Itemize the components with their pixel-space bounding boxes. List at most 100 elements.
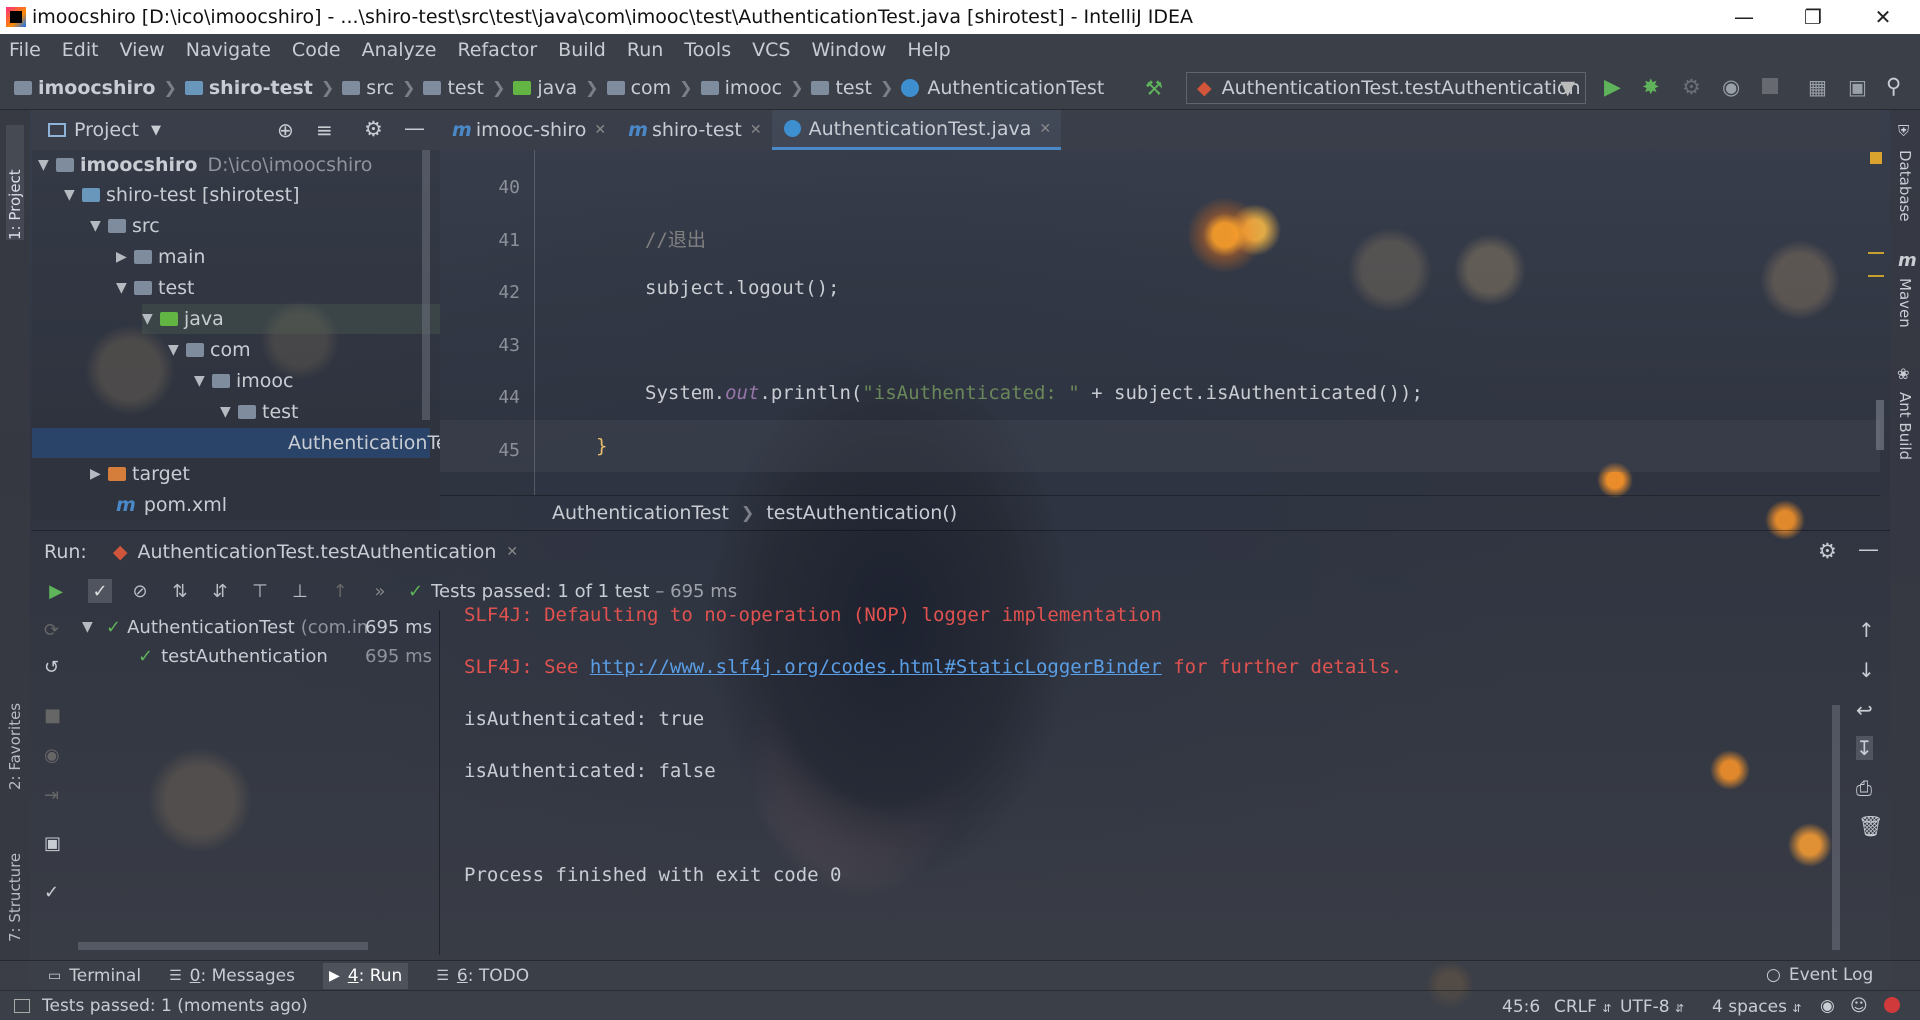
rerun-icon[interactable]: ▶ <box>44 579 68 603</box>
inspector-icon[interactable]: ☺ <box>1850 996 1868 1016</box>
collapse-all-icon[interactable]: ≡ <box>316 118 333 142</box>
tree-item-src[interactable]: ▼ src <box>90 211 160 241</box>
project-structure-icon[interactable]: ▦ <box>1808 75 1827 99</box>
run-tab-label[interactable]: AuthenticationTest.testAuthentication <box>137 541 496 563</box>
expand-all-icon[interactable]: ⊤ <box>248 579 272 603</box>
breadcrumb-method[interactable]: testAuthentication() <box>766 502 957 524</box>
debug-icon[interactable]: ✸ <box>1642 75 1660 99</box>
arrow-up-icon[interactable]: ↑ <box>1858 618 1875 642</box>
minimize-button[interactable]: — <box>1715 0 1773 34</box>
tab-shiro-test[interactable]: m shiro-test ✕ <box>616 110 771 150</box>
nav-crumb-java[interactable]: java <box>513 77 577 99</box>
tree-item-authenticationtest[interactable]: AuthenticationTest <box>32 428 440 458</box>
stop-icon[interactable] <box>1762 78 1778 94</box>
lock-icon[interactable]: ◉ <box>1820 996 1835 1016</box>
show-ignored-icon[interactable]: ⊘ <box>128 579 152 603</box>
tab-imooc-shiro[interactable]: m imooc-shiro ✕ <box>440 110 616 150</box>
close-icon[interactable]: ✕ <box>750 122 762 138</box>
close-icon[interactable]: ✕ <box>1039 121 1051 137</box>
gear-icon[interactable]: ⚙ <box>364 117 383 141</box>
test-case-row[interactable]: ✓ testAuthentication 695 ms <box>138 641 440 671</box>
tree-scrollbar[interactable] <box>422 150 430 420</box>
toggle-auto-test-icon[interactable]: ⟳ <box>44 620 59 641</box>
maven-tool-tab[interactable]: Maven <box>1896 278 1914 328</box>
trash-icon[interactable]: 🗑 <box>1858 814 1883 838</box>
nav-crumb-class[interactable]: AuthenticationTest <box>901 77 1104 99</box>
todo-tool-button[interactable]: ☰ 6: TODO <box>436 966 529 986</box>
menu-analyze[interactable]: Analyze <box>362 39 437 61</box>
profile-icon[interactable]: ◉ <box>1722 75 1740 99</box>
console-scrollbar[interactable] <box>1832 705 1840 950</box>
hide-panel-icon[interactable]: — <box>1858 537 1879 561</box>
database-tool-tab[interactable]: Database <box>1896 150 1914 222</box>
breadcrumb-class[interactable]: AuthenticationTest <box>552 502 729 524</box>
event-log-button[interactable]: ○ Event Log <box>1766 965 1873 985</box>
menu-window[interactable]: Window <box>811 39 886 61</box>
gear-icon[interactable]: ⚙ <box>1818 539 1837 563</box>
menu-navigate[interactable]: Navigate <box>186 39 271 61</box>
caret-position[interactable]: 45:6 <box>1502 997 1540 1017</box>
menu-file[interactable]: File <box>9 39 41 61</box>
run-tool-button[interactable]: ▶ 4: Run <box>322 962 409 989</box>
nav-crumb-project[interactable]: imoocshiro <box>14 77 155 99</box>
menu-tools[interactable]: Tools <box>684 39 731 61</box>
tree-item-pom[interactable]: m pom.xml <box>116 490 227 520</box>
editor-scrollbar[interactable] <box>1876 400 1884 450</box>
layout-icon[interactable]: ▣ <box>44 833 61 854</box>
nav-crumb-com[interactable]: com <box>606 77 671 99</box>
search-icon[interactable]: ⚲ <box>1886 74 1901 98</box>
tree-item-shiro-test[interactable]: ▼ shiro-test [shirotest] <box>64 180 300 210</box>
camera-icon[interactable]: ◉ <box>44 745 60 766</box>
menu-help[interactable]: Help <box>907 39 950 61</box>
tree-item-java[interactable]: ▼ java <box>142 304 440 334</box>
previous-failed-icon[interactable]: ↑ <box>328 579 352 603</box>
menu-run[interactable]: Run <box>627 39 663 61</box>
status-message[interactable]: Tests passed: 1 (moments ago) <box>42 996 308 1016</box>
run-config-selector[interactable]: ◆ AuthenticationTest.testAuthentication … <box>1186 72 1586 104</box>
menu-code[interactable]: Code <box>292 39 341 61</box>
code-editor[interactable]: //退出 subject.logout(); System.out.printl… <box>540 150 1870 495</box>
menu-refactor[interactable]: Refactor <box>457 39 537 61</box>
tree-item-test-pkg[interactable]: ▼ test <box>220 397 299 427</box>
indent-widget[interactable]: 4 spaces ⇵ <box>1712 997 1802 1017</box>
more-icon[interactable]: » <box>368 579 392 603</box>
project-tool-tab[interactable]: 1: Project <box>6 125 24 240</box>
tree-item-main[interactable]: ▶ main <box>116 242 205 272</box>
nav-crumb-test-pkg[interactable]: test <box>811 77 872 99</box>
close-icon[interactable]: ✕ <box>594 122 606 138</box>
error-stripe-mark[interactable] <box>1868 275 1884 277</box>
build-hammer-icon[interactable]: ⚒ <box>1145 76 1163 100</box>
favorites-tool-tab[interactable]: 2: Favorites <box>6 670 24 790</box>
menu-edit[interactable]: Edit <box>62 39 99 61</box>
pin-icon[interactable]: ✓ <box>44 882 59 903</box>
console-output[interactable]: SLF4J: Defaulting to no-operation (NOP) … <box>440 604 1840 955</box>
layout-icon[interactable]: ▣ <box>1848 75 1867 99</box>
locate-icon[interactable]: ⊕ <box>277 118 294 142</box>
nav-crumb-src[interactable]: src <box>342 77 394 99</box>
coverage-icon[interactable]: ⚙ <box>1682 75 1701 99</box>
error-stripe-mark[interactable] <box>1868 252 1884 254</box>
project-panel-title[interactable]: Project <box>74 119 139 141</box>
tree-item-test[interactable]: ▼ test <box>116 273 195 303</box>
close-window-button[interactable]: ✕ <box>1854 0 1912 34</box>
sort-alphabetically-icon[interactable]: ⇅ <box>168 579 192 603</box>
structure-tool-tab[interactable]: 7: Structure <box>6 822 24 942</box>
test-suite-row[interactable]: ▼ ✓ AuthenticationTest (com.in 695 ms <box>82 612 440 642</box>
tree-item-target[interactable]: ▶ target <box>90 459 190 489</box>
arrow-down-icon[interactable]: ↓ <box>1858 658 1875 682</box>
toggle-tool-windows-icon[interactable] <box>14 998 30 1013</box>
show-passed-icon[interactable]: ✓ <box>88 579 112 603</box>
tab-authenticationtest[interactable]: AuthenticationTest.java ✕ <box>771 110 1062 150</box>
inspection-marker[interactable] <box>1870 152 1882 164</box>
close-icon[interactable]: ✕ <box>506 544 518 560</box>
notification-icon[interactable] <box>1884 997 1900 1013</box>
hide-panel-icon[interactable]: — <box>404 116 425 140</box>
collapse-all-icon[interactable]: ⊥ <box>288 579 312 603</box>
stop-icon[interactable]: ■ <box>44 705 61 726</box>
sort-by-duration-icon[interactable]: ⇵ <box>208 579 232 603</box>
tree-item-imooc[interactable]: ▼ imooc <box>194 366 293 396</box>
menu-build[interactable]: Build <box>558 39 606 61</box>
console-link[interactable]: http://www.slf4j.org/codes.html#StaticLo… <box>590 656 1162 678</box>
exit-icon[interactable]: ⇥ <box>44 785 59 806</box>
menu-view[interactable]: View <box>120 39 165 61</box>
